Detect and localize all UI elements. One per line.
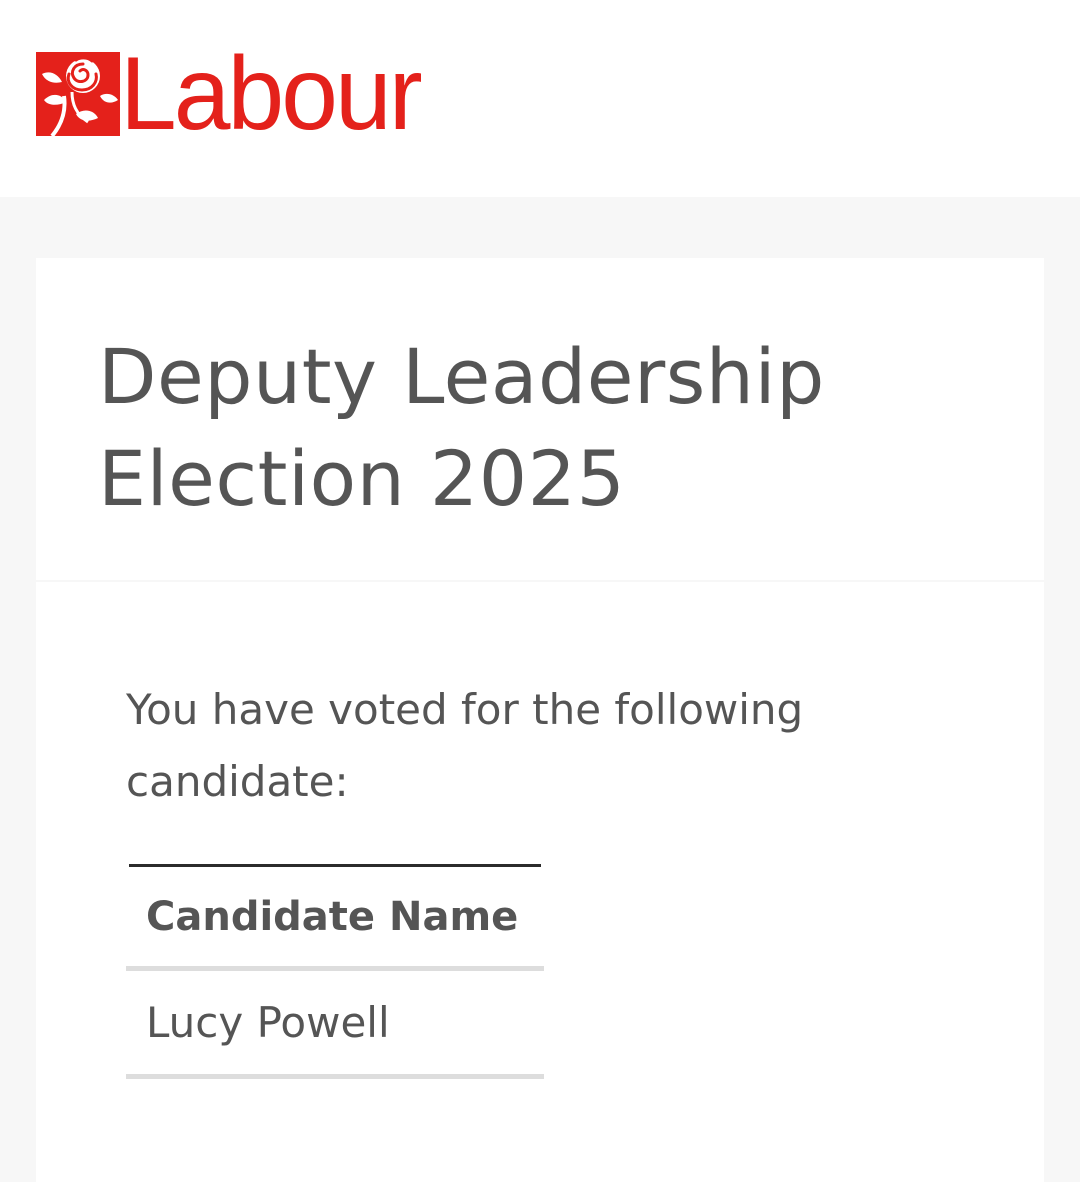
labour-logo[interactable]: Labour [36,36,426,152]
vote-confirmation-card: You have voted for the following candida… [36,582,1044,1182]
confirmation-message: You have voted for the following candida… [126,685,804,806]
column-header-candidate-name: Candidate Name [126,867,544,971]
table-cell-candidate-name: Lucy Powell [126,971,544,1079]
site-header: Labour [0,0,1080,197]
page-title: Deputy Leadership Election 2025 [98,332,825,523]
rose-icon [36,52,120,136]
title-card: Deputy Leadership Election 2025 [36,258,1044,580]
candidate-table: Candidate Name Lucy Powell [126,864,544,1079]
logo-wordmark: Labour [120,36,423,152]
